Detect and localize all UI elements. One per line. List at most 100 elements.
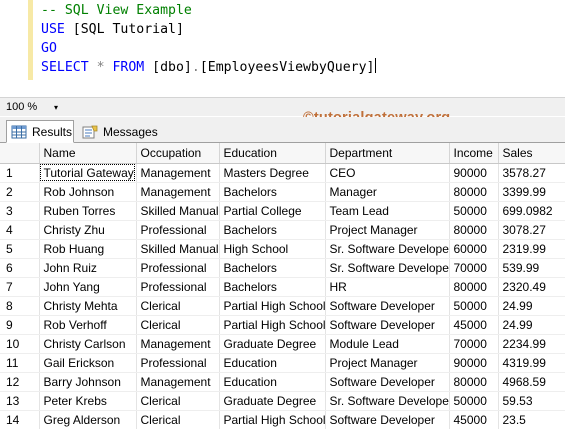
cell-occupation[interactable]: Clerical [136,296,220,316]
cell-income[interactable]: 70000 [449,334,499,354]
cell-name[interactable]: Rob Huang [39,239,137,259]
row-number[interactable]: 11 [0,353,40,373]
results-grid[interactable]: Name Occupation Education Department Inc… [0,143,565,429]
tab-results[interactable]: Results [6,120,74,143]
cell-department[interactable]: Sr. Software Developer [325,258,450,278]
cell-name[interactable]: John Yang [39,277,137,297]
cell-occupation[interactable]: Clerical [136,410,220,429]
cell-name[interactable]: Christy Mehta [39,296,137,316]
column-header-sales[interactable]: Sales [498,143,565,164]
cell-department[interactable]: Module Lead [325,334,450,354]
cell-income[interactable]: 50000 [449,296,499,316]
row-number[interactable]: 3 [0,201,40,221]
cell-name[interactable]: Rob Verhoff [39,315,137,335]
cell-education[interactable]: Education [219,372,326,392]
cell-income[interactable]: 45000 [449,410,499,429]
cell-occupation[interactable]: Clerical [136,391,220,411]
cell-sales[interactable]: 24.99 [498,296,565,316]
cell-name[interactable]: Peter Krebs [39,391,137,411]
cell-income[interactable]: 80000 [449,372,499,392]
row-number[interactable]: 9 [0,315,40,335]
cell-sales[interactable]: 4319.99 [498,353,565,373]
column-header-name[interactable]: Name [39,143,137,164]
cell-occupation[interactable]: Management [136,372,220,392]
cell-sales[interactable]: 4968.59 [498,372,565,392]
column-header-occupation[interactable]: Occupation [136,143,220,164]
cell-education[interactable]: Partial High School [219,410,326,429]
tab-messages[interactable]: Messages [78,120,158,143]
cell-income[interactable]: 80000 [449,277,499,297]
column-header-income[interactable]: Income [449,143,499,164]
cell-sales[interactable]: 539.99 [498,258,565,278]
sql-editor[interactable]: -- SQL View Example USE [SQL Tutorial] G… [0,0,565,97]
row-number[interactable]: 4 [0,220,40,240]
cell-name[interactable]: Barry Johnson [39,372,137,392]
cell-name[interactable]: Tutorial Gateway [39,163,137,183]
cell-sales[interactable]: 59.53 [498,391,565,411]
cell-education[interactable]: Partial High School [219,315,326,335]
cell-name[interactable]: Ruben Torres [39,201,137,221]
column-header-department[interactable]: Department [325,143,450,164]
cell-income[interactable]: 50000 [449,201,499,221]
cell-department[interactable]: Sr. Software Developer [325,391,450,411]
grid-corner[interactable] [0,143,40,164]
cell-education[interactable]: Graduate Degree [219,334,326,354]
row-number[interactable]: 7 [0,277,40,297]
cell-name[interactable]: Greg Alderson [39,410,137,429]
cell-occupation[interactable]: Professional [136,277,220,297]
cell-income[interactable]: 45000 [449,315,499,335]
row-number[interactable]: 10 [0,334,40,354]
cell-department[interactable]: Project Manager [325,353,450,373]
cell-sales[interactable]: 3078.27 [498,220,565,240]
cell-education[interactable]: Bachelors [219,277,326,297]
cell-department[interactable]: HR [325,277,450,297]
cell-occupation[interactable]: Skilled Manual [136,201,220,221]
cell-department[interactable]: Software Developer [325,296,450,316]
cell-department[interactable]: CEO [325,163,450,183]
cell-sales[interactable]: 2320.49 [498,277,565,297]
column-header-education[interactable]: Education [219,143,326,164]
cell-name[interactable]: Christy Zhu [39,220,137,240]
cell-sales[interactable]: 3578.27 [498,163,565,183]
cell-education[interactable]: Education [219,353,326,373]
row-number[interactable]: 8 [0,296,40,316]
zoom-dropdown[interactable]: 100 % ▾ [2,100,64,115]
cell-sales[interactable]: 23.5 [498,410,565,429]
cell-sales[interactable]: 2234.99 [498,334,565,354]
cell-income[interactable]: 90000 [449,353,499,373]
cell-education[interactable]: Bachelors [219,182,326,202]
cell-occupation[interactable]: Professional [136,220,220,240]
cell-department[interactable]: Software Developer [325,315,450,335]
cell-income[interactable]: 80000 [449,220,499,240]
cell-income[interactable]: 50000 [449,391,499,411]
row-number[interactable]: 2 [0,182,40,202]
cell-education[interactable]: Masters Degree [219,163,326,183]
cell-sales[interactable]: 699.0982 [498,201,565,221]
cell-occupation[interactable]: Professional [136,258,220,278]
row-number[interactable]: 6 [0,258,40,278]
cell-name[interactable]: Rob Johnson [39,182,137,202]
cell-income[interactable]: 80000 [449,182,499,202]
cell-name[interactable]: Gail Erickson [39,353,137,373]
row-number[interactable]: 12 [0,372,40,392]
cell-department[interactable]: Sr. Software Developer [325,239,450,259]
cell-name[interactable]: Christy Carlson [39,334,137,354]
cell-department[interactable]: Team Lead [325,201,450,221]
cell-education[interactable]: Partial College [219,201,326,221]
cell-department[interactable]: Software Developer [325,372,450,392]
cell-department[interactable]: Project Manager [325,220,450,240]
cell-income[interactable]: 60000 [449,239,499,259]
cell-occupation[interactable]: Clerical [136,315,220,335]
cell-occupation[interactable]: Skilled Manual [136,239,220,259]
cell-occupation[interactable]: Professional [136,353,220,373]
cell-sales[interactable]: 3399.99 [498,182,565,202]
cell-department[interactable]: Software Developer [325,410,450,429]
cell-education[interactable]: Graduate Degree [219,391,326,411]
cell-department[interactable]: Manager [325,182,450,202]
row-number[interactable]: 13 [0,391,40,411]
row-number[interactable]: 14 [0,410,40,429]
cell-name[interactable]: John Ruiz [39,258,137,278]
cell-education[interactable]: Bachelors [219,258,326,278]
cell-income[interactable]: 90000 [449,163,499,183]
cell-occupation[interactable]: Management [136,163,220,183]
